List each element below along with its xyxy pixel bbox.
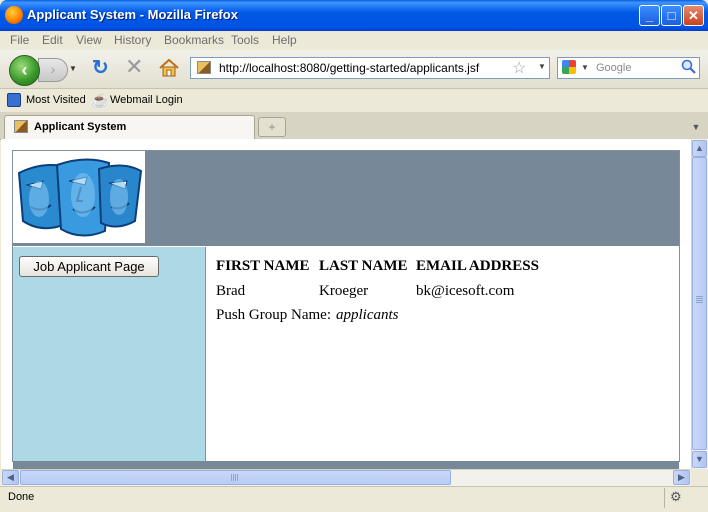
scroll-right-button[interactable]: ▶ bbox=[673, 470, 690, 485]
column-header-email-address: EMAIL ADDRESS bbox=[416, 258, 539, 274]
status-text: Done bbox=[8, 491, 35, 503]
menu-view[interactable]: View bbox=[76, 33, 102, 47]
tab-favicon-icon bbox=[14, 120, 28, 133]
scroll-down-button[interactable]: ▼ bbox=[692, 451, 707, 468]
tab-list-dropdown-icon[interactable]: ▼ bbox=[688, 117, 704, 137]
reload-icon[interactable]: ↻ bbox=[92, 58, 112, 78]
url-dropdown-icon[interactable]: ▼ bbox=[538, 62, 546, 71]
menu-help[interactable]: Help bbox=[272, 33, 297, 47]
bookmark-star-icon[interactable]: ☆ bbox=[512, 58, 526, 78]
icefaces-logo bbox=[13, 151, 145, 243]
tab-label: Applicant System bbox=[34, 121, 127, 133]
menu-history[interactable]: History bbox=[114, 33, 151, 47]
minimize-button[interactable]: _ bbox=[639, 5, 660, 26]
menu-edit[interactable]: Edit bbox=[42, 33, 63, 47]
status-separator bbox=[664, 488, 665, 508]
search-engine-dropdown-icon[interactable]: ▼ bbox=[581, 63, 589, 72]
window-title: Applicant System - Mozilla Firefox bbox=[27, 7, 238, 22]
status-bar bbox=[0, 486, 708, 512]
sidebar-panel bbox=[13, 247, 206, 461]
google-icon[interactable] bbox=[562, 60, 576, 74]
push-group-label: Push Group Name: bbox=[216, 307, 331, 323]
bookmark-webmail-login[interactable]: Webmail Login bbox=[110, 94, 183, 106]
maximize-button[interactable]: □ bbox=[661, 5, 682, 26]
bookmark-most-visited[interactable]: Most Visited bbox=[26, 94, 86, 106]
cell-last-name: Kroeger bbox=[319, 283, 369, 299]
addon-status-icon[interactable]: ⚙ bbox=[670, 489, 682, 505]
cell-email: bk@icesoft.com bbox=[416, 283, 515, 299]
firefox-icon bbox=[5, 6, 23, 24]
job-applicant-page-button[interactable]: Job Applicant Page bbox=[19, 256, 159, 277]
menu-tools[interactable]: Tools bbox=[231, 33, 259, 47]
footer-band bbox=[13, 461, 679, 469]
back-button[interactable]: ‹ bbox=[9, 55, 40, 86]
scroll-corner bbox=[691, 469, 708, 486]
vertical-grip-icon bbox=[696, 296, 703, 304]
column-header-last-name: LAST NAME bbox=[319, 258, 408, 274]
scroll-up-button[interactable]: ▲ bbox=[692, 140, 707, 157]
close-button[interactable]: ✕ bbox=[683, 5, 704, 26]
push-group-value: applicants bbox=[336, 307, 399, 323]
menu-bar bbox=[0, 31, 708, 50]
scroll-left-button[interactable]: ◀ bbox=[2, 470, 19, 485]
home-icon[interactable] bbox=[158, 58, 180, 78]
new-tab-button[interactable]: + bbox=[258, 117, 286, 137]
most-visited-icon bbox=[7, 93, 21, 107]
stop-icon[interactable]: ✕ bbox=[125, 56, 145, 78]
search-input[interactable]: Google bbox=[596, 62, 631, 74]
cell-first-name: Brad bbox=[216, 283, 246, 299]
java-cup-icon: ☕ bbox=[91, 92, 109, 108]
menu-bookmarks[interactable]: Bookmarks bbox=[164, 33, 224, 47]
search-magnifier-icon[interactable] bbox=[681, 59, 697, 79]
forward-button[interactable]: › bbox=[38, 58, 68, 82]
menu-file[interactable]: File bbox=[10, 33, 29, 47]
site-favicon-icon bbox=[197, 61, 211, 74]
history-dropdown-icon[interactable]: ▼ bbox=[69, 64, 79, 74]
address-input[interactable]: http://localhost:8080/getting-started/ap… bbox=[219, 61, 479, 75]
column-header-first-name: FIRST NAME bbox=[216, 258, 310, 274]
horizontal-grip-icon bbox=[231, 474, 239, 481]
